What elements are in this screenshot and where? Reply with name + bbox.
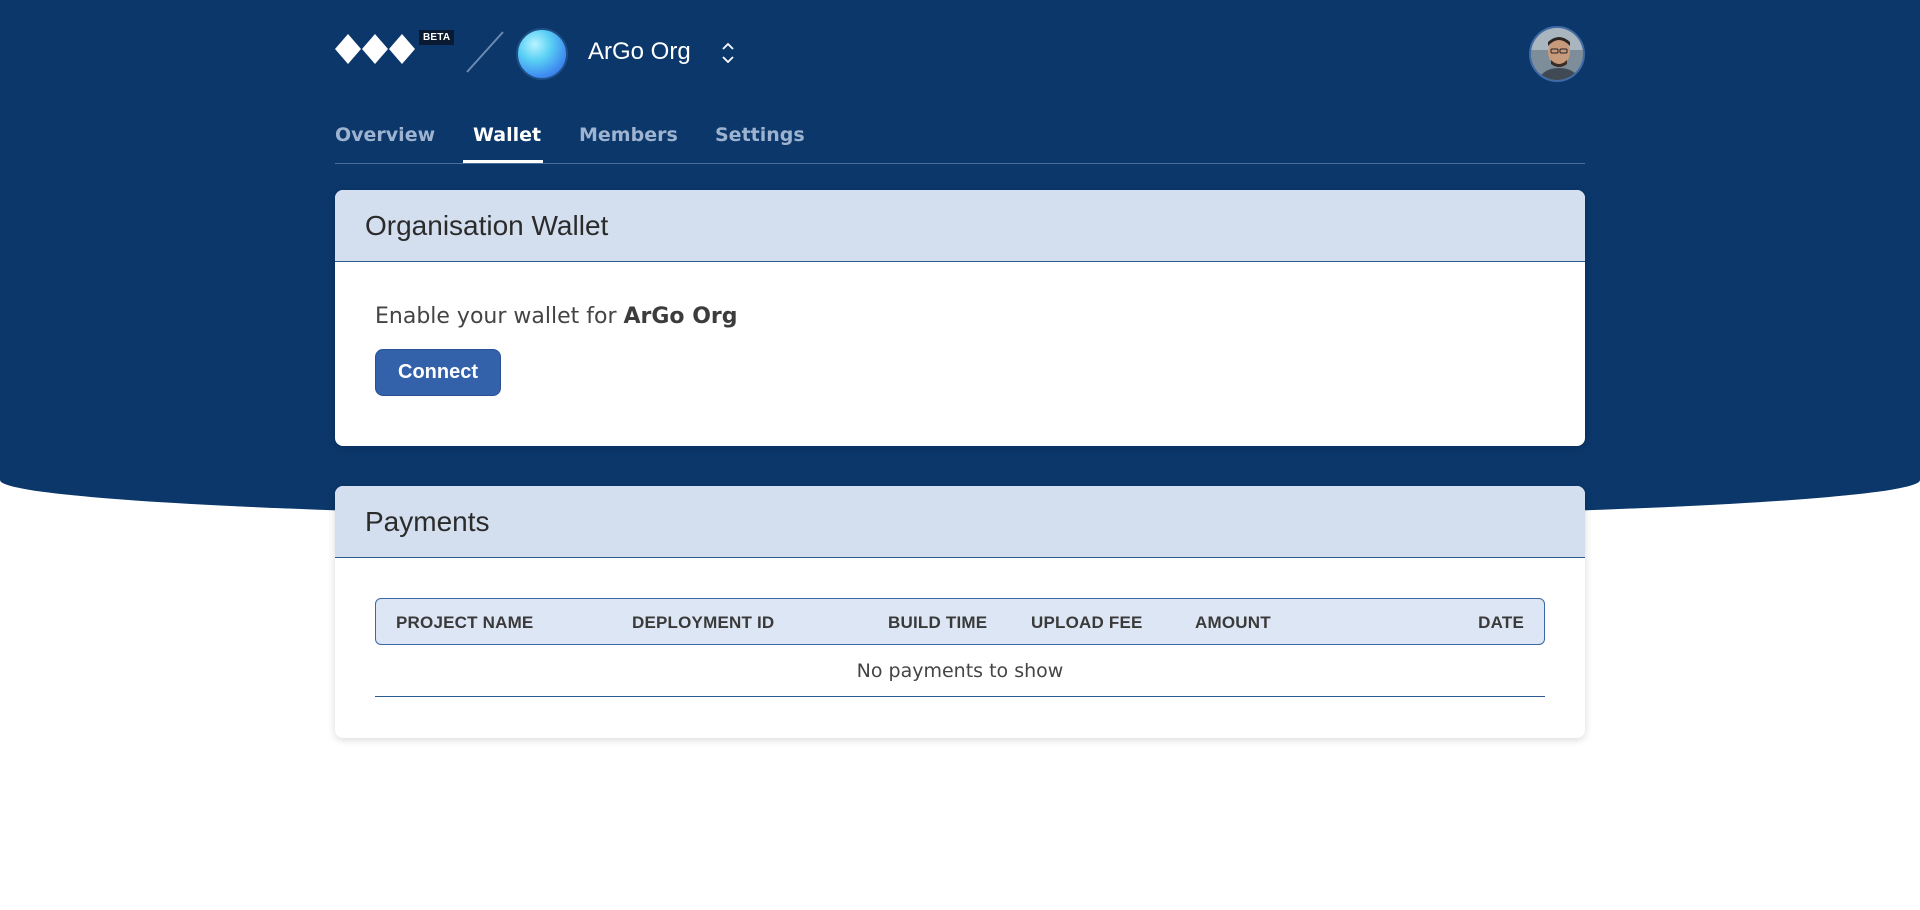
column-header-deployment-id: DEPLOYMENT ID — [632, 613, 775, 632]
top-navigation-bar: BETA ArGo Org — [335, 0, 1585, 108]
tab-members[interactable]: Members — [579, 124, 678, 146]
beta-badge: BETA — [419, 30, 455, 45]
wallet-enable-prompt: Enable your wallet for — [375, 304, 624, 329]
active-tab-indicator — [463, 160, 543, 163]
payments-card-body: PROJECT NAME DEPLOYMENT ID BUILD TIME UP… — [335, 558, 1585, 697]
wallet-org-name: ArGo Org — [623, 304, 738, 329]
user-avatar-photo-icon — [1531, 28, 1583, 80]
payments-table-header: PROJECT NAME DEPLOYMENT ID BUILD TIME UP… — [375, 598, 1545, 645]
payments-card: Payments PROJECT NAME DEPLOYMENT ID BUIL… — [335, 486, 1585, 738]
wallet-card-header: Organisation Wallet — [335, 190, 1585, 262]
column-header-project-name: PROJECT NAME — [396, 613, 534, 632]
org-switcher-chevron-icon[interactable] — [720, 40, 736, 66]
column-header-upload-fee: UPLOAD FEE — [1031, 613, 1143, 632]
org-name[interactable]: ArGo Org — [588, 38, 691, 66]
payments-card-header: Payments — [335, 486, 1585, 558]
payments-card-title: Payments — [365, 505, 490, 537]
organisation-wallet-card: Organisation Wallet Enable your wallet f… — [335, 190, 1585, 446]
tab-settings[interactable]: Settings — [715, 124, 805, 146]
tab-overview[interactable]: Overview — [335, 124, 435, 146]
wallet-card-title: Organisation Wallet — [365, 209, 609, 241]
column-header-date: DATE — [1478, 613, 1524, 632]
wallet-card-body: Enable your wallet for ArGo Org Connect — [335, 262, 1585, 438]
org-tabs: Overview Wallet Members Settings — [335, 108, 1585, 164]
column-header-amount: AMOUNT — [1195, 613, 1271, 632]
page-container: BETA ArGo Org Overview Wallet Members Se… — [335, 0, 1585, 738]
argo-logo-icon[interactable] — [335, 28, 415, 70]
wallet-enable-text: Enable your wallet for ArGo Org — [375, 304, 1545, 329]
tab-wallet[interactable]: Wallet — [473, 124, 541, 146]
breadcrumb-separator-icon — [466, 31, 504, 73]
user-avatar[interactable] — [1529, 26, 1585, 82]
org-avatar[interactable] — [516, 28, 568, 80]
column-header-build-time: BUILD TIME — [888, 613, 988, 632]
payments-empty-state: No payments to show — [375, 645, 1545, 697]
connect-wallet-button[interactable]: Connect — [375, 349, 501, 396]
